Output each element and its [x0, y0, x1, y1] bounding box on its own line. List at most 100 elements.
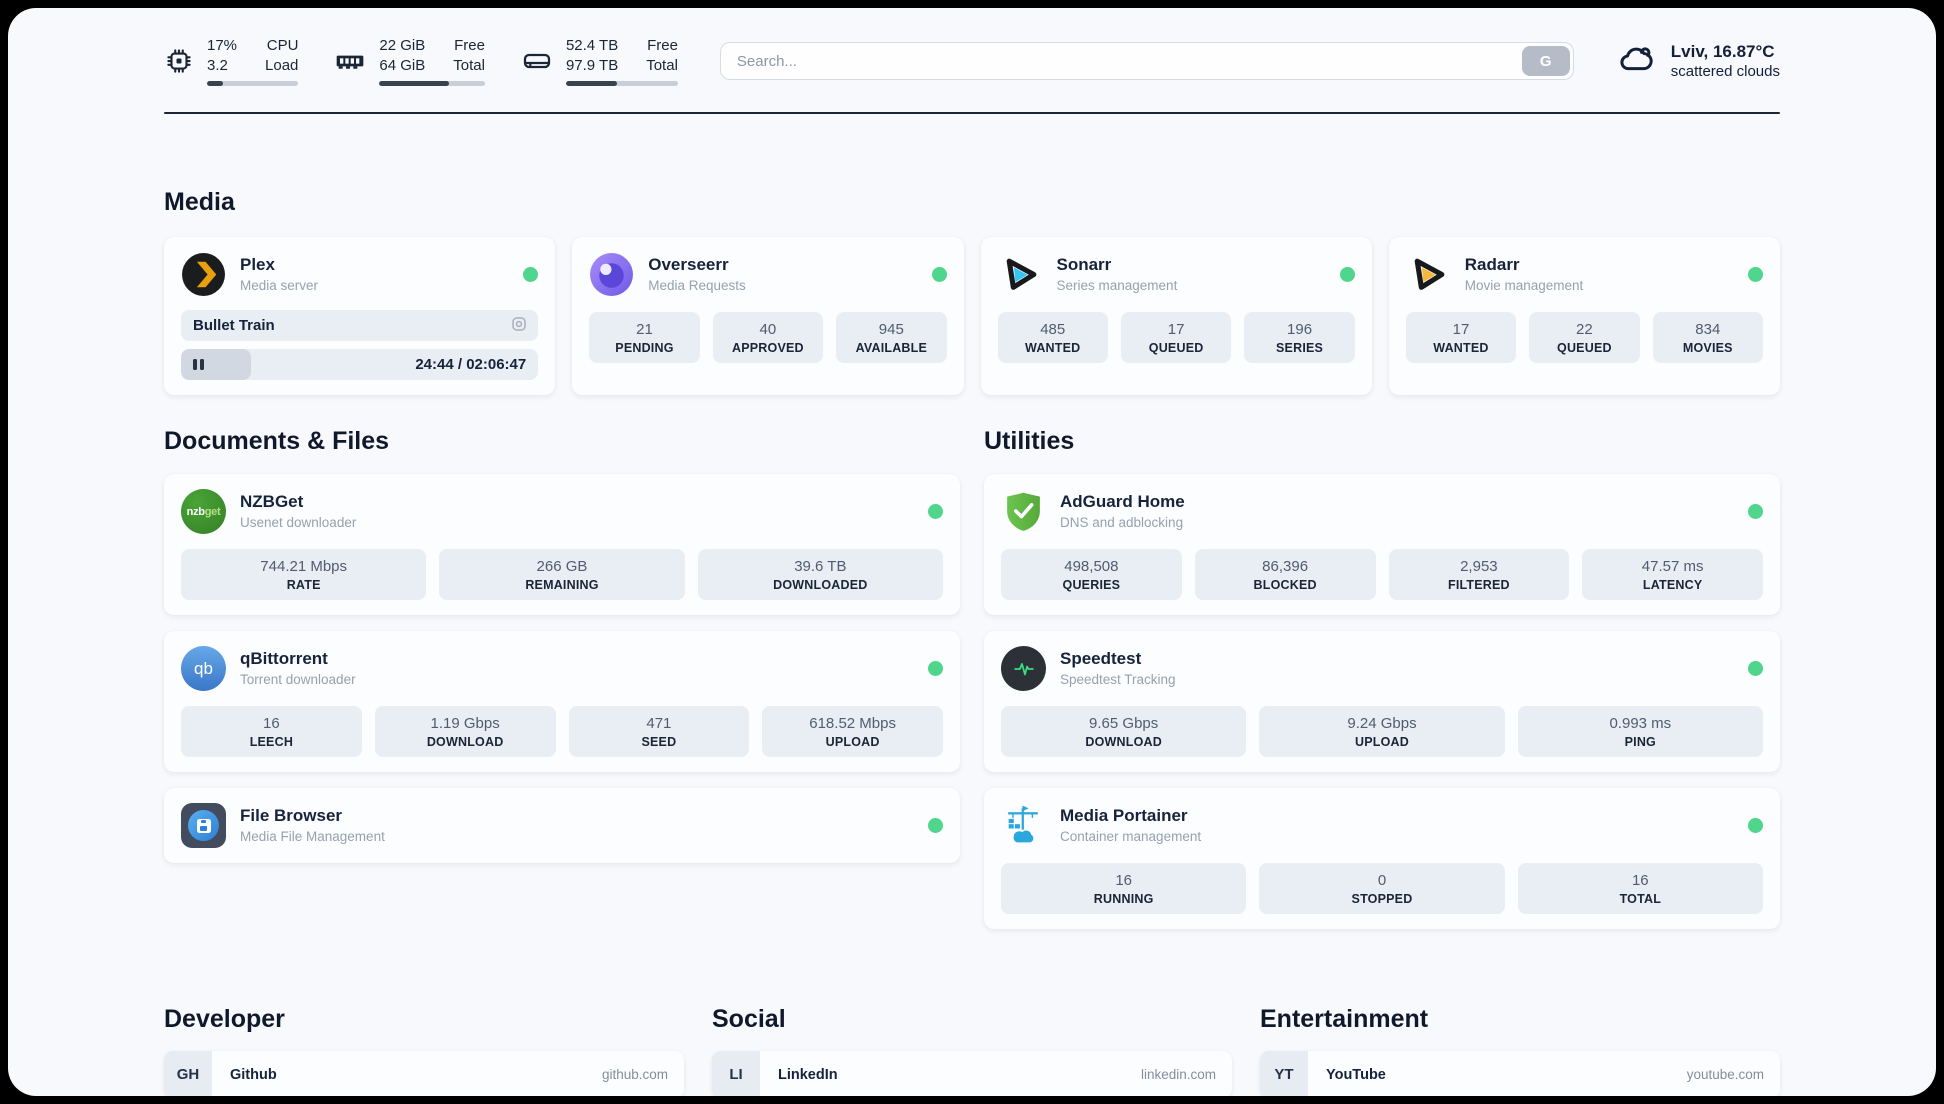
overseerr-card: Overseerr Media Requests 21 PENDING 40 A… [572, 237, 964, 395]
overseerr-subtitle: Media Requests [648, 278, 746, 294]
stat-approved: 40 APPROVED [712, 312, 824, 363]
speedtest-title: Speedtest [1060, 648, 1142, 668]
plex-status-dot [523, 267, 539, 282]
search-provider-button[interactable]: G [1521, 46, 1570, 76]
cloud-icon [1616, 38, 1658, 85]
adguard-status-dot [1748, 504, 1763, 519]
adguard-shield-icon [1001, 489, 1046, 534]
media-section: Plex Media server Bullet Train 24:44 / 0… [164, 237, 1780, 395]
nzbget-status-dot [928, 504, 943, 519]
resource-widgets: 17% CPU 3.2 Load 22 GiB Free 64 GiB Tota… [164, 36, 678, 86]
sonarr-icon [998, 252, 1043, 297]
session-icon [510, 315, 528, 337]
cpu-usage-value: 17% [207, 37, 238, 54]
search-bar: G [719, 42, 1574, 80]
stat-movies: 834 MOVIES [1652, 312, 1764, 363]
pause-icon [193, 359, 204, 370]
memory-free-label: Free [454, 37, 485, 54]
overseerr-app-link[interactable]: Overseerr Media Requests [589, 252, 947, 297]
stat-downloaded: 39.6 TB DOWNLOADED [697, 549, 943, 600]
plex-now-playing-row: Bullet Train [181, 310, 539, 341]
radarr-status-dot [1748, 267, 1763, 282]
weather-location-temp: Lviv, 16.87°C [1670, 42, 1775, 61]
filebrowser-app-link[interactable]: File Browser Media File Management [181, 803, 943, 848]
disk-total-label: Total [646, 56, 678, 74]
filebrowser-card: File Browser Media File Management [164, 788, 960, 863]
disk-free-value: 52.4 TB [565, 37, 619, 54]
bookmarks-social: Social LI LinkedIn linkedin.com TW Twitt… [712, 1005, 1232, 1096]
filebrowser-icon [181, 803, 226, 848]
stat-blocked: 86,396 BLOCKED [1194, 549, 1376, 600]
filebrowser-title: File Browser [240, 805, 343, 825]
radarr-app-link[interactable]: Radarr Movie management [1406, 252, 1763, 297]
stat-filtered: 2,953 FILTERED [1388, 549, 1570, 600]
stat-stopped: 0 STOPPED [1259, 863, 1505, 914]
disk-widget: 52.4 TB Free 97.9 TB Total [521, 36, 678, 86]
stat-wanted: 17 WANTED [1405, 312, 1517, 363]
search-input[interactable] [719, 42, 1574, 80]
nzbget-card: nzb get NZBGet Usenet downloader 744.21 M… [164, 474, 960, 615]
plex-title: Plex [240, 254, 275, 274]
overseerr-status-dot [931, 267, 947, 282]
stat-series: 196 SERIES [1244, 312, 1355, 363]
qbittorrent-app-link[interactable]: qb qBittorrent Torrent downloader [181, 646, 943, 691]
cpu-chip-icon [164, 46, 194, 76]
sonarr-subtitle: Series management [1056, 278, 1178, 294]
nzbget-app-link[interactable]: nzb get NZBGet Usenet downloader [181, 489, 943, 534]
qbittorrent-card: qb qBittorrent Torrent downloader 16 LEE… [164, 631, 960, 772]
cpu-progress-bar [207, 81, 299, 86]
bookmark-name: YouTube [1326, 1066, 1386, 1083]
hard-disk-icon [521, 45, 553, 77]
portainer-subtitle: Container management [1060, 829, 1202, 845]
documents-section: Documents & Files nzb get NZBGet Usenet d… [164, 427, 960, 879]
stat-upload: 618.52 Mbps UPLOAD [762, 706, 943, 757]
stat-queued: 17 QUEUED [1120, 312, 1232, 363]
stat-ping: 0.993 ms PING [1517, 706, 1763, 757]
radarr-icon [1406, 252, 1451, 297]
bookmarks-developer: Developer GH Github github.com SO StackO… [164, 1005, 684, 1096]
cpu-widget: 17% CPU 3.2 Load [164, 36, 299, 86]
qbittorrent-status-dot [928, 661, 943, 676]
bookmark-linkedin[interactable]: LI LinkedIn linkedin.com [712, 1051, 1232, 1096]
memory-total-value: 64 GiB [379, 56, 426, 74]
nzbget-subtitle: Usenet downloader [240, 515, 357, 531]
plex-card: Plex Media server Bullet Train 24:44 / 0… [164, 237, 556, 395]
speedtest-app-link[interactable]: Speedtest Speedtest Tracking [1001, 646, 1763, 691]
filebrowser-subtitle: Media File Management [240, 829, 385, 845]
plex-app-link[interactable]: Plex Media server [181, 252, 539, 297]
section-heading-developer: Developer [164, 1005, 285, 1033]
memory-free-value: 22 GiB [379, 37, 426, 54]
speedtest-status-dot [1748, 661, 1763, 676]
stat-running: 16 RUNNING [1001, 863, 1247, 914]
stat-seed: 471 SEED [568, 706, 750, 757]
stat-available: 945 AVAILABLE [836, 312, 947, 363]
section-heading-entertainment: Entertainment [1260, 1005, 1429, 1033]
stat-wanted: 485 WANTED [997, 312, 1108, 363]
qbittorrent-title: qBittorrent [240, 648, 328, 668]
plex-icon [181, 252, 226, 297]
portainer-crane-icon [1001, 803, 1046, 848]
portainer-app-link[interactable]: Media Portainer Container management [1001, 803, 1763, 848]
bookmark-abbr: LI [712, 1051, 760, 1096]
adguard-app-link[interactable]: AdGuard Home DNS and adblocking [1001, 489, 1763, 534]
stat-latency: 47.57 ms LATENCY [1582, 549, 1763, 600]
speedtest-subtitle: Speedtest Tracking [1060, 672, 1176, 688]
disk-total-value: 97.9 TB [565, 56, 619, 74]
disk-free-label: Free [647, 37, 678, 54]
radarr-title: Radarr [1464, 254, 1520, 274]
stat-queries: 498,508 QUERIES [1001, 549, 1182, 600]
sonarr-app-link[interactable]: Sonarr Series management [998, 252, 1355, 297]
adguard-title: AdGuard Home [1060, 491, 1185, 511]
stat-rate: 744.21 Mbps RATE [181, 549, 427, 600]
stat-leech: 16 LEECH [181, 706, 362, 757]
bookmark-github[interactable]: GH Github github.com [164, 1051, 684, 1096]
bookmark-youtube[interactable]: YT YouTube youtube.com [1260, 1051, 1780, 1096]
portainer-title: Media Portainer [1060, 805, 1188, 825]
bookmarks-entertainment: Entertainment YT YouTube youtube.com NF … [1260, 1005, 1780, 1096]
overseerr-icon [589, 252, 634, 297]
plex-progress-bar: 24:44 / 02:06:47 [181, 349, 539, 380]
memory-total-label: Total [453, 56, 485, 74]
bookmark-domain: youtube.com [1686, 1067, 1764, 1082]
qbittorrent-subtitle: Torrent downloader [240, 672, 356, 688]
adguard-subtitle: DNS and adblocking [1060, 515, 1184, 531]
